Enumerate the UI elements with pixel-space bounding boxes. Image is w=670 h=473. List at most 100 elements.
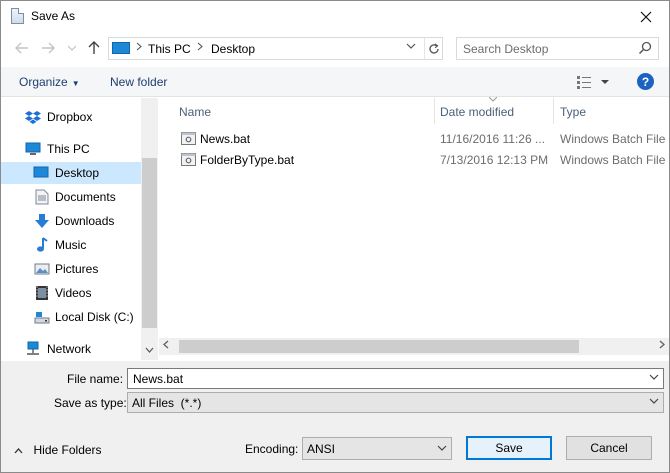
file-row-news-bat[interactable]: News.bat 11/16/2016 11:26 ... Windows Ba… xyxy=(159,128,669,150)
sidebar-item-pictures[interactable]: Pictures xyxy=(1,258,141,280)
sidebar-item-network[interactable]: Network xyxy=(1,338,141,360)
sidebar-item-music[interactable]: Music xyxy=(1,234,141,256)
notepad-document-icon xyxy=(11,8,24,24)
network-icon xyxy=(27,341,39,355)
column-header-date-modified[interactable]: Date modified xyxy=(440,98,514,124)
scrollbar-thumb[interactable] xyxy=(142,158,157,328)
chevron-left-icon xyxy=(163,340,169,349)
computer-icon xyxy=(112,42,130,54)
batch-file-icon xyxy=(181,132,196,145)
forward-arrow-icon xyxy=(42,42,55,54)
sidebar-item-desktop[interactable]: Desktop xyxy=(1,162,141,184)
sidebar-item-documents[interactable]: Documents xyxy=(1,186,141,208)
save-button[interactable]: Save xyxy=(466,436,552,460)
search-icon xyxy=(638,41,652,55)
back-button[interactable] xyxy=(13,39,31,57)
drive-icon xyxy=(34,312,50,324)
file-name-input[interactable] xyxy=(131,371,611,386)
file-list: Name Date modified Type News.bat 11/16/2… xyxy=(159,96,669,360)
sidebar-item-label: Videos xyxy=(55,286,92,300)
new-folder-button[interactable]: New folder xyxy=(110,75,167,89)
column-divider[interactable] xyxy=(553,98,554,124)
scroll-left-button[interactable] xyxy=(163,340,169,352)
hide-folders-button[interactable]: Hide Folders xyxy=(14,443,102,457)
scrollbar-thumb[interactable] xyxy=(179,340,579,353)
address-dropdown-button[interactable] xyxy=(406,41,416,51)
details-view-icon xyxy=(577,76,609,89)
sidebar-item-label: Network xyxy=(47,342,92,356)
file-name-dropdown-button[interactable] xyxy=(649,372,659,383)
breadcrumb-this-pc[interactable]: This PC xyxy=(148,42,191,56)
navigation-pane-scrollbar[interactable] xyxy=(141,98,158,360)
sidebar-item-local-disk[interactable]: Local Disk (C:) xyxy=(1,306,141,328)
navigation-pane: Dropbox This PC Desktop Documents Downlo… xyxy=(1,98,158,360)
column-header-type[interactable]: Type xyxy=(560,98,586,124)
pictures-icon xyxy=(34,263,50,275)
file-type: Windows Batch File xyxy=(560,132,666,146)
chevron-down-icon xyxy=(145,347,154,353)
desktop-icon xyxy=(33,166,49,178)
batch-file-icon xyxy=(181,153,196,166)
close-button[interactable] xyxy=(623,1,669,32)
column-header-name[interactable]: Name xyxy=(179,98,211,124)
save-as-dialog: Save As This PC Desktop Search Desktop O… xyxy=(0,0,670,473)
sidebar-item-label: Documents xyxy=(55,190,116,204)
organize-label: Organize xyxy=(19,75,68,89)
breadcrumb-separator-icon xyxy=(197,42,203,54)
save-as-type-value: All Files (*.*) xyxy=(132,396,202,410)
file-date: 11/16/2016 11:26 ... xyxy=(440,132,545,146)
organize-button[interactable]: Organize ▼ xyxy=(19,75,80,89)
chevron-down-icon xyxy=(649,398,659,404)
refresh-icon xyxy=(429,43,439,54)
command-bar: Organize ▼ New folder ? xyxy=(1,67,669,97)
dropdown-arrow-icon: ▼ xyxy=(71,79,80,88)
forward-button[interactable] xyxy=(39,39,57,57)
up-arrow-icon xyxy=(88,41,100,54)
sidebar-item-label: Music xyxy=(55,238,87,252)
up-button[interactable] xyxy=(85,39,103,57)
file-row-folderbytype-bat[interactable]: FolderByType.bat 7/13/2016 12:13 PM Wind… xyxy=(159,149,669,171)
file-name: FolderByType.bat xyxy=(200,153,295,167)
cancel-button[interactable]: Cancel xyxy=(566,436,652,460)
sidebar-item-downloads[interactable]: Downloads xyxy=(1,210,141,232)
search-box[interactable] xyxy=(456,37,659,60)
file-name-combobox[interactable] xyxy=(127,368,664,389)
download-icon xyxy=(35,214,49,228)
help-button[interactable]: ? xyxy=(637,73,654,90)
close-icon xyxy=(640,11,652,22)
file-type: Windows Batch File xyxy=(560,153,666,167)
change-view-button[interactable] xyxy=(576,75,612,89)
chevron-up-icon xyxy=(14,446,26,456)
column-divider[interactable] xyxy=(434,98,435,124)
file-name-label: File name: xyxy=(67,372,124,386)
address-bar[interactable]: This PC Desktop xyxy=(108,37,443,60)
sidebar-item-label: Pictures xyxy=(55,262,99,276)
sidebar-item-dropbox[interactable]: Dropbox xyxy=(1,106,141,128)
breadcrumb-separator-icon xyxy=(136,42,142,54)
scroll-right-button[interactable] xyxy=(659,340,665,352)
breadcrumb-desktop[interactable]: Desktop xyxy=(211,42,255,56)
title-bar: Save As xyxy=(1,1,669,32)
encoding-select[interactable]: ANSI xyxy=(302,437,452,460)
refresh-button[interactable] xyxy=(424,38,443,59)
sidebar-item-videos[interactable]: Videos xyxy=(1,282,141,304)
search-input[interactable] xyxy=(461,40,631,57)
file-date: 7/13/2016 12:13 PM xyxy=(440,153,549,167)
music-icon xyxy=(37,237,48,252)
sidebar-item-label: Dropbox xyxy=(47,110,93,124)
sidebar-item-this-pc[interactable]: This PC xyxy=(1,138,141,160)
save-as-type-dropdown-button[interactable] xyxy=(649,396,659,407)
back-arrow-icon xyxy=(15,42,28,54)
scroll-down-button[interactable] xyxy=(141,342,158,358)
sidebar-item-label: Local Disk (C:) xyxy=(55,310,134,324)
save-as-type-select[interactable]: All Files (*.*) xyxy=(127,392,664,413)
chevron-down-icon xyxy=(437,445,447,451)
sidebar-item-label: This PC xyxy=(47,142,90,156)
file-name: News.bat xyxy=(200,132,251,146)
sidebar-item-label: Desktop xyxy=(55,166,100,180)
chevron-down-icon xyxy=(406,43,416,49)
window-title: Save As xyxy=(31,9,76,23)
horizontal-scrollbar[interactable] xyxy=(159,338,669,355)
recent-locations-button[interactable] xyxy=(63,39,81,57)
encoding-dropdown-button[interactable] xyxy=(437,443,447,454)
